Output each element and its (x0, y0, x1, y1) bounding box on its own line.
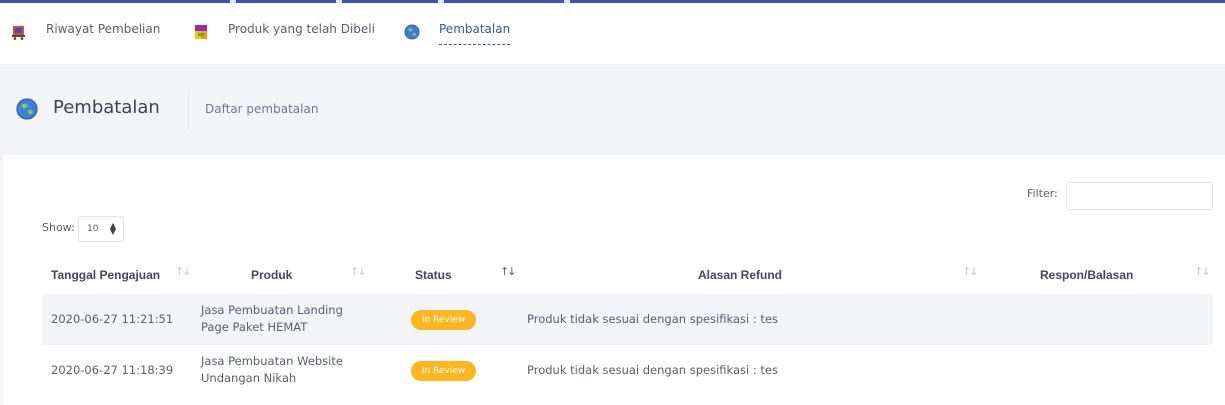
cell-date: 2020-06-27 11:21:51 (51, 312, 174, 326)
cell-product-line1: Jasa Pembuatan Website (201, 354, 343, 368)
globe-cancel-icon (16, 98, 38, 120)
sort-icon[interactable]: ↑↓ (175, 265, 192, 278)
page-size-value: 10 (87, 224, 99, 234)
column-header-respon[interactable]: Respon/Balasan (1040, 268, 1133, 282)
sort-icon[interactable]: ↑↓ (962, 265, 979, 278)
page-title: Pembatalan (53, 97, 160, 118)
shopping-cart-icon (11, 24, 27, 40)
column-header-status[interactable]: Status (415, 268, 452, 282)
cell-reason: Produk tidak sesuai dengan spesifikasi :… (527, 312, 778, 326)
column-header-produk[interactable]: Produk (251, 268, 292, 282)
cell-product-line1: Jasa Pembuatan Landing (201, 303, 343, 317)
status-badge: In Review (411, 310, 476, 330)
tab-label: Pembatalan (439, 22, 511, 45)
column-header-alasan-refund[interactable]: Alasan Refund (698, 268, 782, 282)
globe-cancel-icon (404, 24, 420, 40)
sort-icon[interactable]: ↑↓ (1194, 265, 1211, 278)
cell-reason: Produk tidak sesuai dengan spesifikasi :… (527, 363, 778, 377)
tab-pembatalan[interactable]: Pembatalan (404, 22, 511, 52)
table-row: 2020-06-27 11:18:39 Jasa Pembuatan Websi… (42, 345, 1213, 396)
tab-label: Produk yang telah Dibeli (228, 22, 375, 36)
page-description: Daftar pembatalan (205, 102, 319, 116)
sort-icon[interactable]: ↑↓ (350, 265, 367, 278)
cell-date: 2020-06-27 11:18:39 (51, 363, 174, 377)
select-arrows-icon: ▲ ▼ (109, 221, 116, 236)
column-header-tanggal[interactable]: Tanggal Pengajuan (51, 268, 160, 282)
cell-product-line2: Page Paket HEMAT (201, 320, 308, 334)
filter-input[interactable] (1066, 182, 1213, 210)
product-box-icon (193, 24, 209, 40)
subheader (0, 66, 1225, 152)
filter-label: Filter: (1027, 187, 1058, 200)
tab-produk-dibeli[interactable]: Produk yang telah Dibeli (193, 22, 375, 52)
page-size-select[interactable]: 10 ▲ ▼ (78, 216, 124, 242)
cell-product-line2: Undangan Nikah (201, 371, 297, 385)
status-badge: In Review (411, 361, 476, 381)
tab-label: Riwayat Pembelian (46, 22, 161, 36)
navigation-tabbar: Riwayat Pembelian Produk yang telah Dibe… (0, 3, 1225, 65)
table-row: 2020-06-27 11:21:51 Jasa Pembuatan Landi… (42, 294, 1213, 345)
show-label: Show: (42, 221, 75, 234)
tab-riwayat-pembelian[interactable]: Riwayat Pembelian (11, 22, 160, 52)
subheader-divider (188, 92, 189, 129)
sort-icon[interactable]: ↑↓ (500, 265, 517, 278)
